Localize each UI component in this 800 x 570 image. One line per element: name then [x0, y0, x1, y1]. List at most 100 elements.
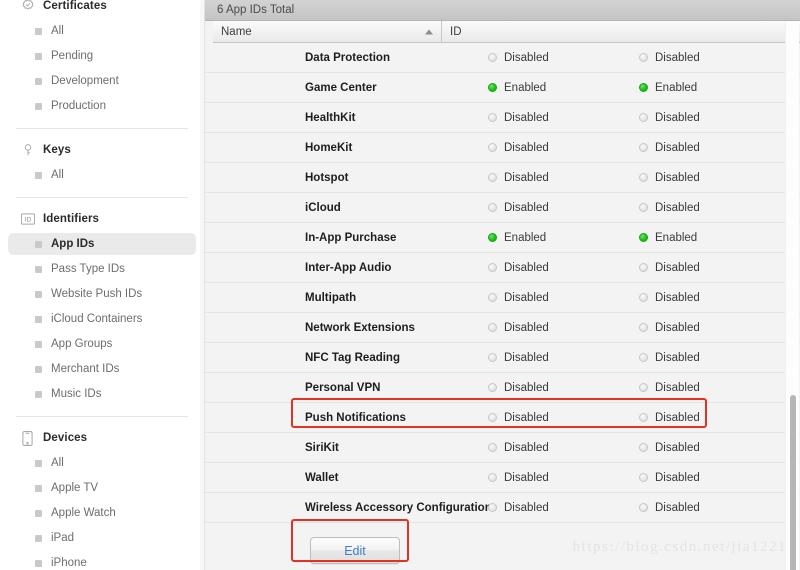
status-disabled-icon [639, 53, 648, 62]
sidebar-group-header: ID Identifiers [0, 208, 204, 230]
capability-status-b: Disabled [639, 412, 700, 424]
table-row[interactable]: Hotspot Disabled Disabled [205, 163, 800, 193]
sidebar-bullet-icon [35, 52, 42, 60]
sidebar-scroll-edge [200, 0, 204, 570]
capability-name: Data Protection [305, 51, 390, 64]
edit-button[interactable]: Edit [310, 537, 400, 564]
sidebar-item-all[interactable]: All [8, 20, 196, 42]
table-row[interactable]: Wireless Accessory Configuration Disabled… [205, 493, 800, 523]
sidebar-item-website-push-ids[interactable]: Website Push IDs [8, 283, 196, 305]
sidebar-item-label: App Groups [51, 338, 113, 350]
sidebar-item-music-ids[interactable]: Music IDs [8, 383, 196, 405]
sidebar-bullet-icon [35, 459, 42, 467]
app-ids-total-label: 6 App IDs Total [217, 4, 295, 16]
status-disabled-icon [639, 443, 648, 452]
sidebar-bullet-icon [35, 171, 42, 179]
status-disabled-icon [639, 323, 648, 332]
capability-status-label: Enabled [504, 81, 547, 94]
sidebar-item-apple-tv[interactable]: Apple TV [8, 477, 196, 499]
table-row[interactable]: In-App Purchase Enabled Enabled [205, 223, 800, 253]
capability-status-label: Disabled [504, 141, 549, 154]
status-disabled-icon [639, 353, 648, 362]
edit-button-label: Edit [344, 543, 366, 558]
sidebar-item-pass-type-ids[interactable]: Pass Type IDs [8, 258, 196, 280]
sidebar-bullet-icon [35, 509, 42, 517]
capability-status-label: Disabled [655, 501, 700, 514]
capability-name: In-App Purchase [305, 231, 397, 244]
table-row[interactable]: NFC Tag Reading Disabled Disabled [205, 343, 800, 373]
table-row[interactable]: Personal VPN Disabled Disabled [205, 373, 800, 403]
vertical-scrollbar[interactable] [785, 22, 799, 570]
sidebar-item-all[interactable]: All [8, 452, 196, 474]
table-row[interactable]: Game Center Enabled Enabled [205, 73, 800, 103]
sort-ascending-icon [425, 29, 433, 34]
sidebar-item-development[interactable]: Development [8, 70, 196, 92]
sidebar-item-icloud-containers[interactable]: iCloud Containers [8, 308, 196, 330]
column-header-id[interactable]: ID [442, 21, 800, 42]
capability-status-label: Disabled [655, 111, 700, 124]
capability-status-label: Enabled [655, 231, 698, 244]
capability-name: Game Center [305, 81, 377, 94]
sidebar-item-app-groups[interactable]: App Groups [8, 333, 196, 355]
capability-status-a: Disabled [488, 502, 549, 514]
capability-status-label: Disabled [655, 201, 700, 214]
sidebar-group-header: Devices [0, 427, 204, 449]
status-disabled-icon [639, 383, 648, 392]
status-disabled-icon [488, 53, 497, 62]
column-header-name[interactable]: Name [213, 21, 442, 42]
sidebar-item-label: iPad [51, 532, 75, 544]
watermark-text: https://blog.csdn.net/jia12216 [572, 539, 796, 555]
table-row[interactable]: SiriKit Disabled Disabled [205, 433, 800, 463]
sidebar-bullet-icon [35, 559, 42, 567]
capability-status-label: Disabled [655, 411, 700, 424]
status-disabled-icon [639, 413, 648, 422]
table-row[interactable]: Wallet Disabled Disabled [205, 463, 800, 493]
capability-name: Network Extensions [305, 321, 415, 334]
table-row[interactable]: Push Notifications Disabled Disabled [205, 403, 800, 433]
sidebar-item-pending[interactable]: Pending [8, 45, 196, 67]
sidebar-item-production[interactable]: Production [8, 95, 196, 117]
content-titlebar: 6 App IDs Total [205, 0, 800, 21]
table-row[interactable]: Network Extensions Disabled Disabled [205, 313, 800, 343]
capability-name: Push Notifications [305, 411, 406, 424]
capability-status-label: Disabled [504, 411, 549, 424]
table-row[interactable]: HomeKit Disabled Disabled [205, 133, 800, 163]
sidebar-item-label: All [51, 25, 64, 37]
sidebar-item-iphone[interactable]: iPhone [8, 552, 196, 570]
capability-name: Hotspot [305, 171, 349, 184]
sidebar-item-app-ids[interactable]: App IDs [8, 233, 196, 255]
status-disabled-icon [639, 263, 648, 272]
sidebar-bullet-icon [35, 27, 42, 35]
status-disabled-icon [488, 383, 497, 392]
table-row[interactable]: iCloud Disabled Disabled [205, 193, 800, 223]
svg-text:ID: ID [24, 216, 31, 223]
sidebar-bullet-icon [35, 365, 42, 373]
capability-status-label: Disabled [504, 471, 549, 484]
sidebar-bullet-icon [35, 290, 42, 298]
sidebar-item-label: iPhone [51, 557, 87, 569]
sidebar-group-label: Identifiers [43, 213, 100, 225]
sidebar-group-label: Keys [43, 144, 71, 156]
capability-status-a: Disabled [488, 442, 549, 454]
capability-status-a: Disabled [488, 202, 549, 214]
table-row[interactable]: Multipath Disabled Disabled [205, 283, 800, 313]
capability-status-a: Disabled [488, 472, 549, 484]
sidebar-item-merchant-ids[interactable]: Merchant IDs [8, 358, 196, 380]
status-enabled-icon [639, 83, 648, 92]
capability-status-label: Disabled [504, 51, 549, 64]
vertical-scrollbar-thumb[interactable] [790, 395, 796, 570]
capability-status-b: Disabled [639, 202, 700, 214]
table-row[interactable]: Data Protection Disabled Disabled [205, 43, 800, 73]
capability-status-label: Disabled [504, 201, 549, 214]
sidebar-item-apple-watch[interactable]: Apple Watch [8, 502, 196, 524]
sidebar-item-all[interactable]: All [8, 164, 196, 186]
status-disabled-icon [488, 263, 497, 272]
sidebar-item-ipad[interactable]: iPad [8, 527, 196, 549]
sidebar-bullet-icon [35, 484, 42, 492]
capability-status-b: Disabled [639, 52, 700, 64]
table-row[interactable]: HealthKit Disabled Disabled [205, 103, 800, 133]
capability-status-b: Disabled [639, 172, 700, 184]
column-header-id-label: ID [450, 25, 462, 38]
sidebar-item-label: Development [51, 75, 119, 87]
table-row[interactable]: Inter-App Audio Disabled Disabled [205, 253, 800, 283]
